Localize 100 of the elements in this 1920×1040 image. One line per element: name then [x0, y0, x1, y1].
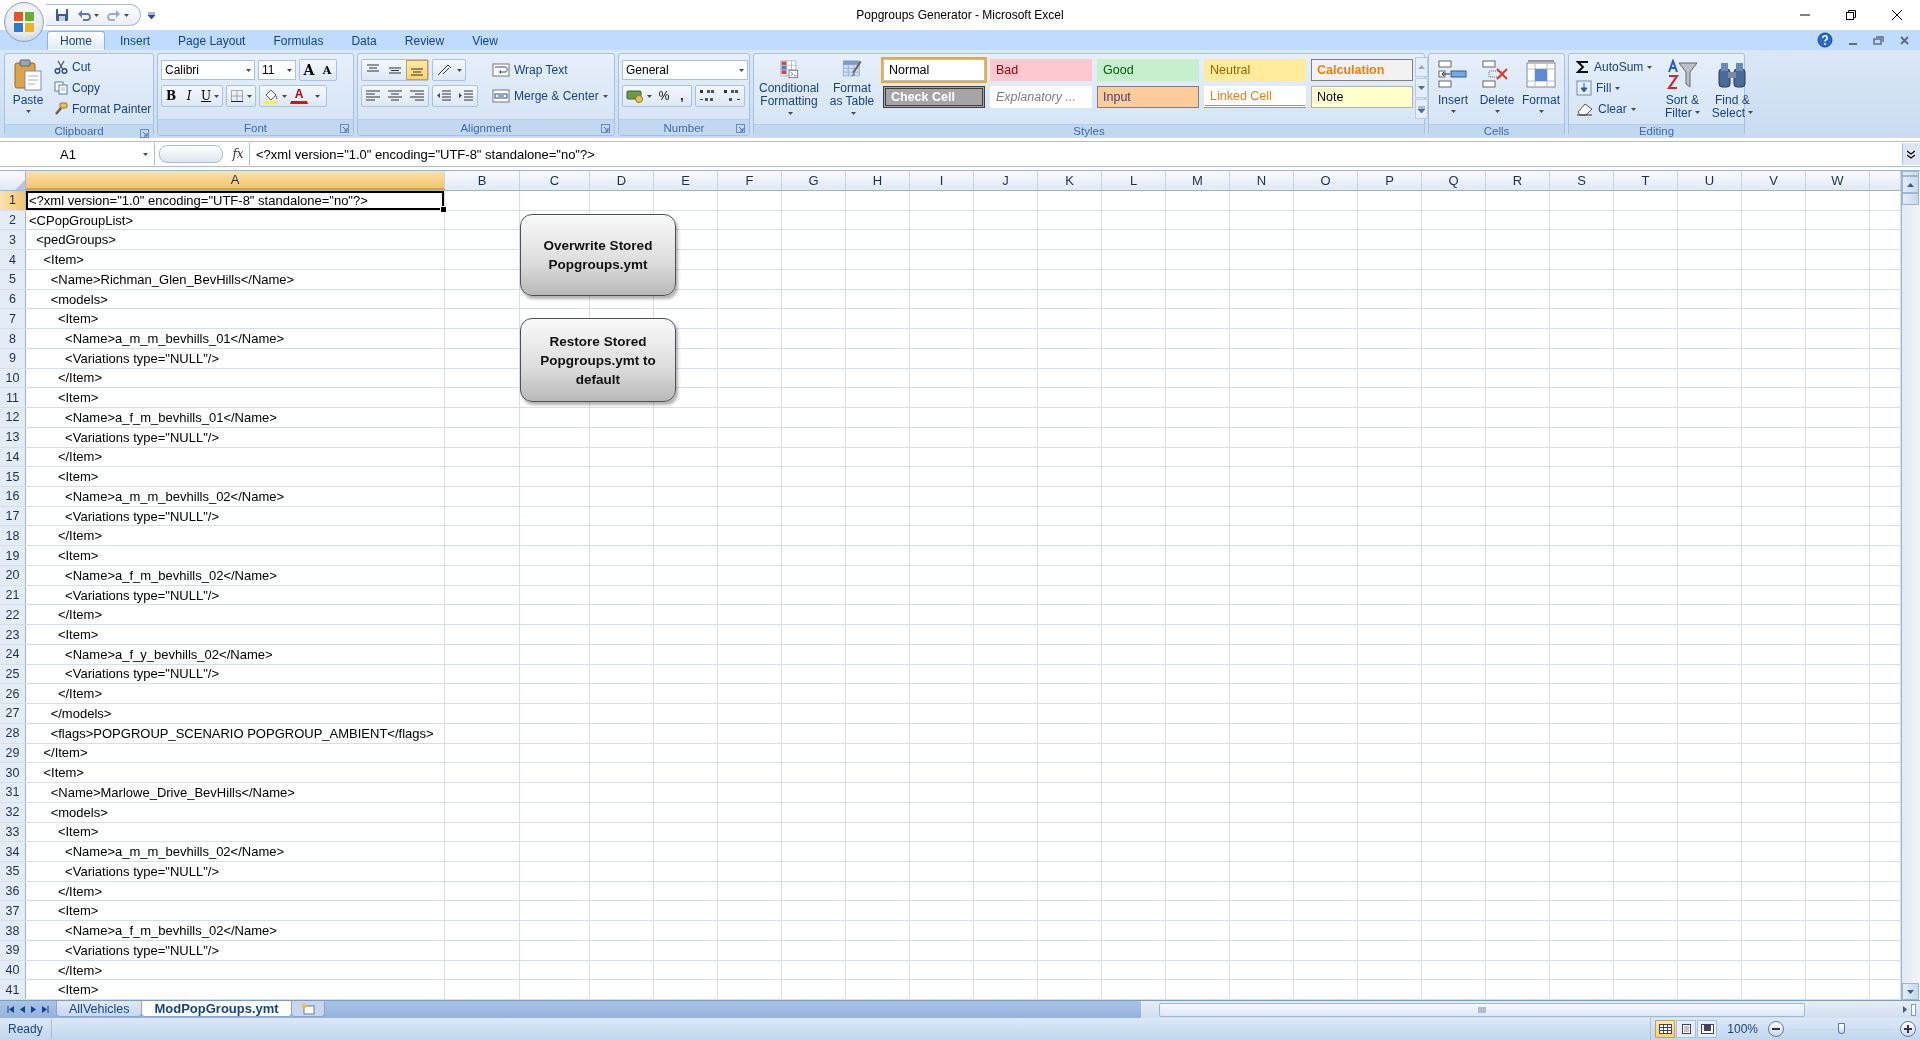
font-size-combo[interactable]: 11 — [258, 60, 296, 80]
row-number[interactable]: 1 — [0, 191, 26, 210]
find-select-button[interactable]: Find & Select — [1708, 56, 1757, 122]
conditional-formatting-button[interactable]: Conditional Formatting — [757, 56, 821, 122]
column-header[interactable]: G — [782, 171, 846, 190]
ribbon-tab[interactable]: Home — [47, 31, 105, 50]
insert-button[interactable]: Insert — [1432, 56, 1474, 122]
expand-formula-bar-button[interactable] — [1902, 143, 1920, 165]
comma-button[interactable]: , — [673, 86, 691, 106]
bold-button[interactable]: B — [162, 86, 180, 106]
row-number[interactable]: 7 — [0, 309, 26, 329]
delete-button[interactable]: Delete — [1476, 56, 1518, 122]
column-header[interactable]: Q — [1422, 171, 1486, 190]
row-number[interactable]: 23 — [0, 625, 26, 644]
view-button[interactable] — [1676, 1020, 1697, 1038]
insert-function-button[interactable]: fx — [227, 147, 249, 161]
sheet-tab[interactable]: AllVehicles — [56, 1001, 143, 1017]
first-sheet-button[interactable] — [6, 1004, 15, 1014]
cell-style-item[interactable]: Input — [1097, 86, 1199, 108]
row-number[interactable]: 8 — [0, 329, 26, 348]
format-as-table-button[interactable]: Format as Table — [823, 56, 881, 122]
ribbon-tab[interactable]: Formulas — [260, 31, 337, 50]
macro-button[interactable]: Restore Stored Popgroups.ymt to default — [520, 318, 676, 402]
row-number[interactable]: 27 — [0, 704, 26, 723]
row-number[interactable]: 41 — [0, 980, 26, 1000]
column-header[interactable]: V — [1742, 171, 1806, 190]
clear-button[interactable]: Clear — [1572, 99, 1657, 119]
last-sheet-button[interactable] — [41, 1004, 50, 1014]
scroll-thumb[interactable] — [1159, 1002, 1805, 1017]
column-header[interactable]: K — [1038, 171, 1102, 190]
italic-button[interactable]: I — [180, 86, 198, 106]
number-format-combo[interactable]: General — [622, 60, 748, 80]
row-number[interactable]: 38 — [0, 921, 26, 940]
scroll-down-button[interactable] — [1415, 78, 1428, 98]
close-button[interactable] — [1899, 34, 1910, 46]
column-header[interactable]: H — [846, 171, 910, 190]
column-header[interactable]: W — [1806, 171, 1870, 190]
dialog-launcher-button[interactable] — [139, 128, 150, 139]
column-header[interactable]: E — [654, 171, 718, 190]
zoom-out-button[interactable] — [1768, 1021, 1784, 1037]
help-button[interactable] — [1816, 31, 1834, 49]
previous-sheet-button[interactable] — [19, 1004, 26, 1014]
font-name-combo[interactable]: Calibri — [161, 60, 255, 80]
autosum-button[interactable]: AutoSum — [1572, 57, 1657, 77]
column-header[interactable]: A — [26, 171, 445, 190]
grow-font-button[interactable]: A — [300, 60, 318, 80]
column-header[interactable]: B — [445, 171, 520, 190]
scroll-down-button[interactable] — [1902, 983, 1919, 1000]
column-header[interactable]: J — [974, 171, 1038, 190]
sheet-tab[interactable]: ModPopGroups.ymt — [141, 1001, 292, 1017]
scroll-up-button[interactable] — [1902, 176, 1919, 193]
row-number[interactable]: 19 — [0, 546, 26, 565]
column-header[interactable]: U — [1678, 171, 1742, 190]
cell-style-item[interactable]: Explanatory ... — [990, 86, 1092, 108]
view-button[interactable] — [1697, 1020, 1718, 1038]
slider-thumb[interactable] — [1838, 1023, 1845, 1034]
format-painter-button[interactable]: Format Painter — [50, 99, 156, 119]
column-header[interactable]: I — [910, 171, 974, 190]
split-box[interactable] — [1911, 1003, 1916, 1016]
underline-button[interactable]: U — [198, 86, 223, 106]
column-header[interactable]: R — [1486, 171, 1550, 190]
column-header[interactable]: M — [1166, 171, 1230, 190]
column-header[interactable]: F — [718, 171, 782, 190]
column-header[interactable]: D — [590, 171, 654, 190]
insert-sheet-button[interactable] — [290, 1001, 325, 1017]
fill-handle[interactable] — [440, 205, 447, 213]
view-button[interactable] — [1655, 1020, 1676, 1038]
save-button[interactable] — [54, 7, 70, 23]
scroll-right-button[interactable] — [1902, 1005, 1908, 1014]
percent-button[interactable]: % — [655, 86, 673, 106]
next-sheet-button[interactable] — [30, 1004, 37, 1014]
cell-style-item[interactable]: Normal — [883, 59, 985, 81]
column-header[interactable]: C — [520, 171, 590, 190]
more-button[interactable] — [1415, 99, 1428, 119]
dialog-launcher-button[interactable] — [339, 123, 350, 134]
row-number[interactable]: 16 — [0, 487, 26, 506]
ribbon-tab[interactable]: Page Layout — [165, 31, 259, 50]
cut-button[interactable]: Cut — [50, 57, 156, 77]
macro-button[interactable]: Overwrite Stored Popgroups.ymt — [520, 214, 676, 296]
row-number[interactable]: 22 — [0, 605, 26, 625]
ribbon-tab[interactable]: Review — [391, 31, 458, 50]
column-header[interactable]: P — [1358, 171, 1422, 190]
row-number[interactable]: 15 — [0, 467, 26, 486]
ribbon-tab[interactable]: Insert — [107, 31, 164, 50]
paste-button[interactable]: Paste — [8, 56, 48, 122]
vertical-align-button[interactable] — [406, 60, 428, 80]
column-header[interactable]: N — [1230, 171, 1294, 190]
zoom-in-button[interactable] — [1900, 1021, 1916, 1037]
row-number[interactable]: 4 — [0, 250, 26, 269]
row-number[interactable]: 26 — [0, 684, 26, 704]
shrink-font-button[interactable]: A — [318, 60, 336, 80]
dialog-launcher-button[interactable] — [600, 123, 611, 134]
row-number[interactable]: 31 — [0, 783, 26, 802]
row-number[interactable]: 3 — [0, 230, 26, 250]
ribbon-tab[interactable]: View — [459, 31, 511, 50]
format-button[interactable]: Format — [1520, 56, 1562, 122]
row-number[interactable]: 18 — [0, 526, 26, 546]
scroll-thumb[interactable] — [1902, 193, 1919, 205]
name-box[interactable]: A1 — [0, 143, 155, 165]
wrap-text-button[interactable]: Wrap Text — [488, 60, 572, 80]
